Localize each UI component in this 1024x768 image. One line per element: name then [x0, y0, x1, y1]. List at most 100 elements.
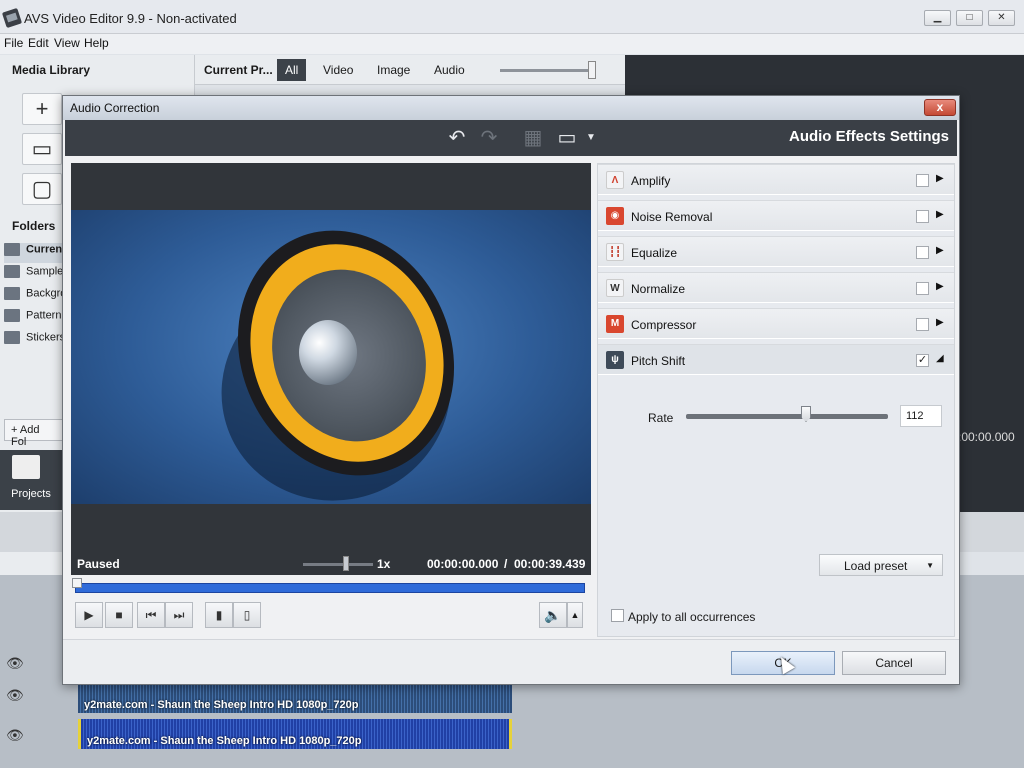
screen-capture-icon[interactable]: ▢: [22, 173, 62, 205]
eye-icon[interactable]: 👁: [6, 655, 24, 672]
expand-arrow-icon[interactable]: ▶: [936, 245, 944, 256]
undo-icon[interactable]: ↶: [445, 126, 469, 150]
effect-pitch-shift[interactable]: ψ Pitch Shift ✓ ◢: [598, 344, 954, 375]
volume-icon[interactable]: 🔈: [539, 602, 567, 628]
effect-checkbox[interactable]: [916, 174, 929, 187]
close-button[interactable]: ✕: [988, 10, 1015, 26]
menu-edit[interactable]: Edit: [28, 36, 49, 50]
tab-video[interactable]: Video: [315, 59, 361, 81]
minimize-button[interactable]: ▁: [924, 10, 951, 26]
monitor-icon[interactable]: ▭: [555, 126, 579, 150]
eye-icon[interactable]: 👁: [6, 727, 24, 744]
mark-in-button[interactable]: ▮: [205, 602, 233, 628]
projects-button[interactable]: Projects: [0, 450, 62, 510]
chevron-down-icon: ▼: [926, 561, 934, 570]
noise-removal-icon: ◉: [606, 207, 624, 225]
play-button[interactable]: ▶: [75, 602, 103, 628]
thumbnail-size-slider[interactable]: [500, 69, 592, 72]
effect-amplify[interactable]: Λ Amplify ▶: [598, 164, 954, 195]
equalizer-icon: ┇┇: [606, 243, 624, 261]
effect-checkbox[interactable]: [916, 210, 929, 223]
seek-bar[interactable]: [75, 583, 585, 593]
expand-arrow-icon[interactable]: ▶: [936, 209, 944, 220]
speed-slider[interactable]: [303, 563, 373, 566]
effect-checkbox[interactable]: [916, 246, 929, 259]
folder-icon: [4, 309, 20, 322]
effect-checkbox[interactable]: ✓: [916, 354, 929, 367]
menu-file[interactable]: File: [4, 36, 23, 50]
stop-button[interactable]: ■: [105, 602, 133, 628]
media-header: Current Pr... All Video Image Audio: [195, 55, 625, 85]
pitch-shift-icon: ψ: [606, 351, 624, 369]
redo-icon[interactable]: ↷: [477, 126, 501, 150]
track-label: y2mate.com - Shaun the Sheep Intro HD 10…: [84, 699, 359, 711]
clapperboard-icon: [12, 455, 40, 479]
tab-image[interactable]: Image: [369, 59, 418, 81]
apply-all-checkbox[interactable]: [611, 609, 624, 622]
time-total: 00:00:39.439: [514, 557, 586, 571]
time-current: 00:00:00.000: [427, 557, 499, 571]
app-icon: [1, 7, 23, 29]
preview-time: :00:00.000: [958, 430, 1015, 444]
video-preview[interactable]: Paused 1x 00:00:00.000 / 00:00:39.439: [71, 163, 591, 575]
grid-icon[interactable]: ▦: [521, 126, 545, 150]
effects-panel: Λ Amplify ▶ ◉ Noise Removal ▶ ┇┇ Equaliz…: [597, 163, 955, 637]
folder-icon: [4, 287, 20, 300]
video-frame: [71, 210, 591, 504]
rate-slider-knob[interactable]: [801, 406, 811, 422]
folder-icon: [4, 265, 20, 278]
next-frame-button[interactable]: ⏭: [165, 602, 193, 628]
folders-title: Folders: [12, 219, 56, 233]
eye-icon[interactable]: 👁: [6, 687, 24, 704]
voice-track[interactable]: y2mate.com - Shaun the Sheep Intro HD 10…: [78, 719, 512, 749]
cancel-button[interactable]: Cancel: [842, 651, 946, 675]
time-separator: /: [504, 557, 508, 571]
expand-arrow-icon[interactable]: ▶: [936, 281, 944, 292]
effect-normalize[interactable]: W Normalize ▶: [598, 272, 954, 303]
seek-bar-knob[interactable]: [72, 578, 82, 588]
audio-correction-dialog: Audio Correction x ↶ ↷ ▦ ▭ ▼ Audio Effec…: [62, 95, 960, 685]
maximize-button[interactable]: □: [956, 10, 983, 26]
apply-all-label: Apply to all occurrences: [628, 610, 756, 624]
media-library-title: Media Library: [12, 63, 91, 77]
thumbnail-size-knob[interactable]: [588, 61, 596, 79]
effect-checkbox[interactable]: [916, 318, 929, 331]
chevron-down-icon[interactable]: ▼: [579, 126, 603, 150]
tab-audio[interactable]: Audio: [426, 59, 473, 81]
load-preset-dropdown[interactable]: Load preset ▼: [819, 554, 943, 576]
add-media-button[interactable]: +: [22, 93, 62, 125]
track-label: y2mate.com - Shaun the Sheep Intro HD 10…: [87, 735, 362, 747]
tab-all[interactable]: All: [277, 59, 307, 81]
effect-noise-removal[interactable]: ◉ Noise Removal ▶: [598, 200, 954, 231]
dialog-close-button[interactable]: x: [924, 99, 956, 116]
rate-input[interactable]: 112: [900, 405, 942, 427]
folder-icon: [4, 243, 20, 256]
compressor-icon: M: [606, 315, 624, 333]
mark-out-button[interactable]: ▯: [233, 602, 261, 628]
menu-view[interactable]: View: [54, 36, 80, 50]
current-project-title: Current Pr...: [204, 63, 273, 77]
effect-compressor[interactable]: M Compressor ▶: [598, 308, 954, 339]
dialog-footer: OK Cancel: [63, 639, 959, 684]
dialog-toolbar: ↶ ↷ ▦ ▭ ▼ Audio Effects Settings: [65, 120, 957, 156]
rate-label: Rate: [648, 411, 674, 425]
rate-slider[interactable]: [686, 414, 888, 419]
audio-track[interactable]: y2mate.com - Shaun the Sheep Intro HD 10…: [78, 683, 512, 713]
settings-title: Audio Effects Settings: [788, 128, 949, 145]
expand-arrow-icon[interactable]: ▶: [936, 173, 944, 184]
collapse-arrow-icon[interactable]: ◢: [936, 353, 944, 364]
previous-frame-button[interactable]: ⏮: [137, 602, 165, 628]
dialog-titlebar: Audio Correction x: [63, 96, 959, 120]
speed-slider-knob[interactable]: [343, 556, 349, 571]
dialog-title: Audio Correction: [70, 101, 160, 115]
volume-menu-arrow[interactable]: ▲: [567, 602, 583, 628]
folder-icon: [4, 331, 20, 344]
amplify-icon: Λ: [606, 171, 624, 189]
effect-checkbox[interactable]: [916, 282, 929, 295]
add-folder-button[interactable]: + Add Fol: [4, 419, 64, 448]
menu-help[interactable]: Help: [84, 36, 109, 50]
camera-icon[interactable]: ▭: [22, 133, 62, 165]
menu-bar: File Edit View Help f t ▶: [0, 34, 1024, 86]
effect-equalize[interactable]: ┇┇ Equalize ▶: [598, 236, 954, 267]
expand-arrow-icon[interactable]: ▶: [936, 317, 944, 328]
